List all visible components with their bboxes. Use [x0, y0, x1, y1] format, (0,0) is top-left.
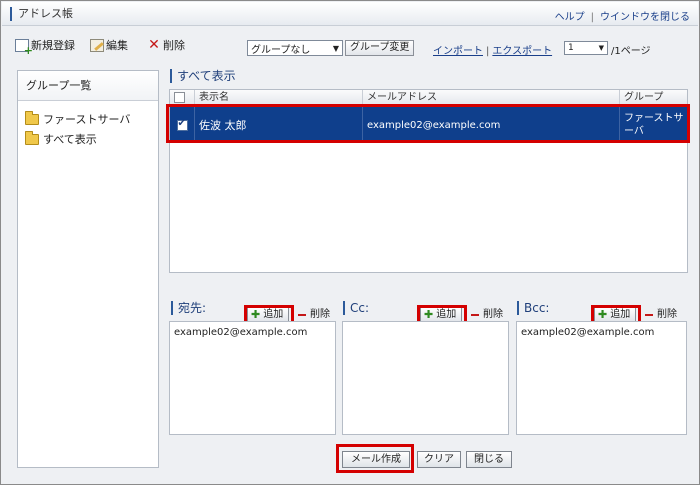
to-recipient-value: example02@example.com: [174, 327, 308, 338]
new-entry-icon: [15, 38, 33, 56]
title-links: ヘルプ | ウインドウを閉じる: [555, 8, 690, 23]
help-link[interactable]: ヘルプ: [555, 12, 585, 23]
list-title: すべて表示: [170, 69, 236, 83]
group-select-value: グループなし: [251, 44, 311, 56]
bcc-add-label: 追加: [610, 309, 631, 320]
to-recipient-box[interactable]: example02@example.com: [169, 321, 336, 435]
group-list-header: グループ一覧: [18, 71, 158, 101]
bcc-recipient-value: example02@example.com: [521, 327, 655, 338]
delete-button-label: 削除: [163, 39, 185, 52]
new-button-label: 新規登録: [31, 39, 75, 52]
address-list: 表示名 メールアドレス グループ 佐波 太郎 example02@example…: [169, 89, 688, 273]
edit-button-label: 編集: [106, 39, 128, 52]
to-delete-button[interactable]: 削除: [298, 307, 330, 322]
group-change-button[interactable]: グループ変更: [345, 40, 415, 56]
delete-x-icon: ✕: [148, 36, 160, 53]
cc-label: Cc:: [343, 301, 369, 315]
close-window-link[interactable]: ウインドウを閉じる: [600, 12, 690, 23]
minus-icon: [471, 313, 479, 316]
column-group[interactable]: グループ: [619, 90, 687, 106]
toolbar: 新規登録 編集 ✕ 削除 グループなし ▼ グループ変更 インポート|エクスポー…: [2, 27, 698, 61]
plus-icon: ✚: [424, 308, 434, 321]
bcc-recipient-box[interactable]: example02@example.com: [516, 321, 687, 435]
export-link[interactable]: エクスポート: [492, 46, 552, 57]
import-export-links: インポート | エクスポート: [433, 42, 552, 57]
to-label: 宛先:: [171, 301, 206, 315]
bcc-label: Bcc:: [517, 301, 549, 315]
link-separator: |: [486, 46, 490, 57]
folder-icon: [25, 110, 39, 125]
clear-button[interactable]: クリア: [417, 451, 461, 468]
list-header-row: 表示名 メールアドレス グループ: [170, 90, 687, 106]
address-book-window: アドレス帳 ヘルプ | ウインドウを閉じる 新規登録 編集 ✕ 削除 グループなし …: [0, 0, 700, 485]
row-name: 佐波 太郎: [194, 107, 362, 143]
page-select-value: 1: [568, 43, 574, 53]
minus-icon: [298, 313, 306, 316]
cc-delete-button[interactable]: 削除: [471, 307, 503, 322]
page-select[interactable]: 1 ▼: [564, 41, 608, 55]
cc-delete-label: 削除: [483, 309, 503, 320]
bcc-delete-label: 削除: [657, 309, 677, 320]
row-checkbox-cell: [170, 107, 194, 143]
title-bar: アドレス帳 ヘルプ | ウインドウを閉じる: [2, 2, 698, 26]
table-row[interactable]: 佐波 太郎 example02@example.com ファーストサーバ: [170, 107, 687, 143]
plus-icon: ✚: [598, 308, 608, 321]
window-title: アドレス帳: [10, 7, 73, 21]
group-item-label: すべて表示: [43, 133, 97, 146]
row-group: ファーストサーバ: [619, 107, 687, 143]
title-link-separator: |: [590, 12, 594, 23]
group-item-label: ファーストサーバ: [43, 113, 131, 126]
row-checkbox[interactable]: [176, 118, 188, 131]
group-item-first-server[interactable]: ファーストサーバ: [25, 110, 131, 126]
chevron-down-icon: ▼: [598, 44, 604, 52]
group-select[interactable]: グループなし ▼: [247, 40, 343, 56]
close-button[interactable]: 閉じる: [466, 451, 512, 468]
bcc-delete-button[interactable]: 削除: [645, 307, 677, 322]
column-name[interactable]: 表示名: [194, 90, 362, 106]
row-email: example02@example.com: [362, 107, 619, 143]
select-all-checkbox[interactable]: [174, 91, 185, 103]
group-item-show-all[interactable]: すべて表示: [25, 130, 97, 146]
cc-recipient-box[interactable]: [342, 321, 509, 435]
cc-add-label: 追加: [436, 309, 457, 320]
new-button[interactable]: 新規登録: [15, 37, 75, 56]
compose-mail-button[interactable]: メール作成: [342, 451, 410, 468]
cc-add-button[interactable]: ✚ 追加: [420, 307, 463, 322]
bcc-add-button[interactable]: ✚ 追加: [594, 307, 637, 322]
select-all-column: [170, 90, 194, 106]
plus-icon: ✚: [251, 308, 261, 321]
to-add-button[interactable]: ✚ 追加: [247, 307, 290, 322]
delete-button[interactable]: ✕ 削除: [147, 37, 185, 53]
minus-icon: [645, 313, 653, 316]
folder-icon: [25, 130, 39, 145]
edit-icon: [90, 38, 104, 52]
chevron-down-icon: ▼: [332, 43, 339, 53]
to-delete-label: 削除: [310, 309, 330, 320]
page-total: /1ページ: [611, 46, 651, 57]
column-email[interactable]: メールアドレス: [362, 90, 619, 106]
edit-button[interactable]: 編集: [90, 37, 128, 53]
to-add-label: 追加: [263, 309, 284, 320]
group-list-panel: グループ一覧 ファーストサーバ すべて表示: [17, 70, 159, 468]
import-link[interactable]: インポート: [433, 46, 483, 57]
